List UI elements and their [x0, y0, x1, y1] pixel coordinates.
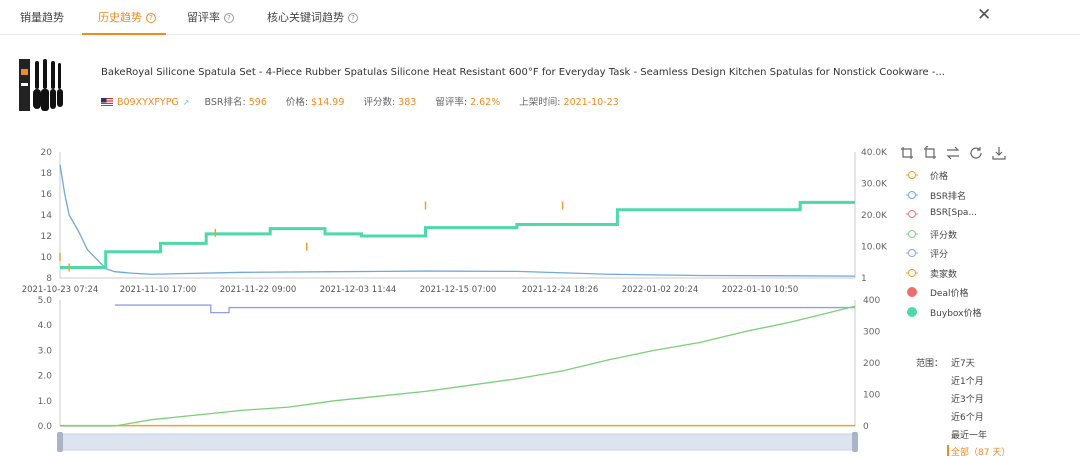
x-tick-label: 2021-12-03 11:44: [320, 285, 397, 295]
y-tick-label: 1.0: [38, 397, 53, 407]
active-tab-indicator: [82, 33, 166, 35]
zoom-reset-icon[interactable]: [923, 145, 937, 160]
y-tick-label: 5.0: [38, 296, 53, 306]
series-review-count-line: [60, 305, 856, 427]
product-meta: B09XYXFYPG ↗ BSR排名: 596 价格: $14.99 评分数: 3…: [101, 94, 619, 108]
external-link-icon[interactable]: ↗: [183, 98, 190, 107]
y-tick-label: 10: [41, 253, 53, 263]
tab-core-keyword-trend[interactable]: 核心关键词趋势?: [267, 9, 358, 25]
y-tick-label: 10.0K: [861, 243, 888, 253]
close-icon[interactable]: ✕: [977, 5, 991, 25]
range-slider-track: [59, 433, 856, 451]
launch-date-value: 2021-10-23: [563, 97, 619, 108]
y-tick-label: 20.0K: [861, 211, 888, 221]
tab-bar: 销量趋势 历史趋势? 留评率? 核心关键词趋势?: [0, 0, 1080, 35]
legend-marker: [906, 229, 918, 238]
y-tick-label: 18: [41, 169, 53, 179]
y-tick-label: 20: [41, 148, 53, 158]
reviews-value: 383: [398, 97, 417, 108]
x-tick-label: 2021-10-23 07:24: [22, 285, 99, 295]
zoom-icon[interactable]: [900, 146, 914, 160]
y-tick-label: 40.0K: [861, 148, 888, 158]
range-option-1m[interactable]: 近1个月: [951, 374, 984, 387]
range-option-1y[interactable]: 最近一年: [951, 428, 987, 441]
range-option-6m[interactable]: 近6个月: [951, 410, 984, 423]
x-tick-label: 2021-11-22 09:00: [220, 285, 297, 295]
legend-item-seller-count[interactable]: 卖家数: [906, 266, 1026, 280]
y-tick-label: 200: [863, 359, 880, 369]
legend-marker: [906, 249, 918, 257]
legend-marker: [906, 268, 918, 277]
y-tick-label: 3.0: [38, 346, 53, 356]
legend-item-bsr-category[interactable]: BSR[Spa...: [906, 207, 1026, 221]
series-buybox-price-line: [60, 200, 855, 269]
y-tick-label: 4.0: [38, 321, 53, 331]
y-tick-label: 2.0: [38, 372, 53, 382]
range-option-3m[interactable]: 近3个月: [951, 392, 984, 405]
series-bsr-line: [59, 164, 856, 277]
series-rating-line: [114, 304, 855, 314]
download-icon[interactable]: [992, 146, 1006, 160]
legend-item-review-count[interactable]: 评分数: [906, 227, 1026, 241]
legend-item-bsr[interactable]: BSR排名: [906, 188, 1026, 202]
tab-review-rate[interactable]: 留评率?: [187, 9, 234, 25]
y-tick-label: 0.0: [38, 422, 53, 432]
refresh-icon[interactable]: [969, 146, 983, 160]
x-tick-label: 2021-12-15 07:00: [420, 285, 497, 295]
tab-sales-trend[interactable]: 销量趋势: [20, 9, 64, 25]
x-tick-label: 2022-01-02 20:24: [622, 285, 699, 295]
legend-marker: [907, 306, 917, 317]
y-tick-label: 14: [41, 211, 53, 221]
review-rate-value: 2.62%: [470, 97, 501, 108]
chart-toolbar: [900, 145, 1010, 164]
range-slider-right-handle: [852, 432, 858, 452]
legend-marker: [906, 190, 918, 199]
y-tick-label: 0: [863, 422, 869, 432]
tab-history-trend[interactable]: 历史趋势?: [98, 9, 156, 25]
range-slider-left-handle: [57, 432, 63, 452]
x-tick-label: 2022-01-10 10:50: [722, 285, 799, 295]
bsr-value: 596: [248, 97, 267, 108]
x-tick-label: 2021-11-10 17:00: [120, 285, 197, 295]
legend-item-deal-price[interactable]: Deal价格: [906, 285, 1026, 299]
product-title[interactable]: BakeRoyal Silicone Spatula Set - 4-Piece…: [101, 67, 981, 78]
help-icon[interactable]: ?: [146, 13, 156, 23]
y-tick-label: 8: [46, 274, 52, 284]
y-tick-label: 30.0K: [861, 180, 888, 190]
switch-icon[interactable]: [946, 146, 960, 160]
legend-item-buybox-price[interactable]: Buybox价格: [906, 305, 1026, 319]
legend-marker: [906, 210, 918, 218]
asin-link[interactable]: B09XYXFYPG: [117, 97, 179, 108]
y-tick-label: 16: [41, 190, 53, 200]
legend-marker: [907, 287, 917, 297]
legend-item-rating[interactable]: 评分: [906, 246, 1026, 260]
range-option-7d[interactable]: 近7天: [951, 356, 975, 369]
y-tick-label: 300: [863, 328, 880, 338]
y-tick-label: 1: [861, 274, 867, 284]
y-tick-label: 100: [863, 391, 880, 401]
y-tick-label: 12: [41, 232, 52, 242]
x-tick-label: 2021-12-24 18:26: [522, 285, 599, 295]
history-trend-chart[interactable]: 8 10 12 14 16 18 20 1 10.0K 20.0K 30.0K 40.0K 2021-1…: [0, 140, 900, 456]
range-option-all[interactable]: 全部（87 天）: [947, 445, 1010, 456]
help-icon[interactable]: ?: [348, 13, 358, 23]
price-value: $14.99: [311, 97, 345, 108]
legend-marker: [906, 171, 918, 179]
y-tick-label: 400: [863, 296, 880, 306]
legend-item-price[interactable]: 价格: [906, 168, 1026, 182]
us-flag-icon: [101, 98, 113, 106]
help-icon[interactable]: ?: [224, 13, 234, 23]
product-thumbnail[interactable]: [18, 55, 64, 115]
